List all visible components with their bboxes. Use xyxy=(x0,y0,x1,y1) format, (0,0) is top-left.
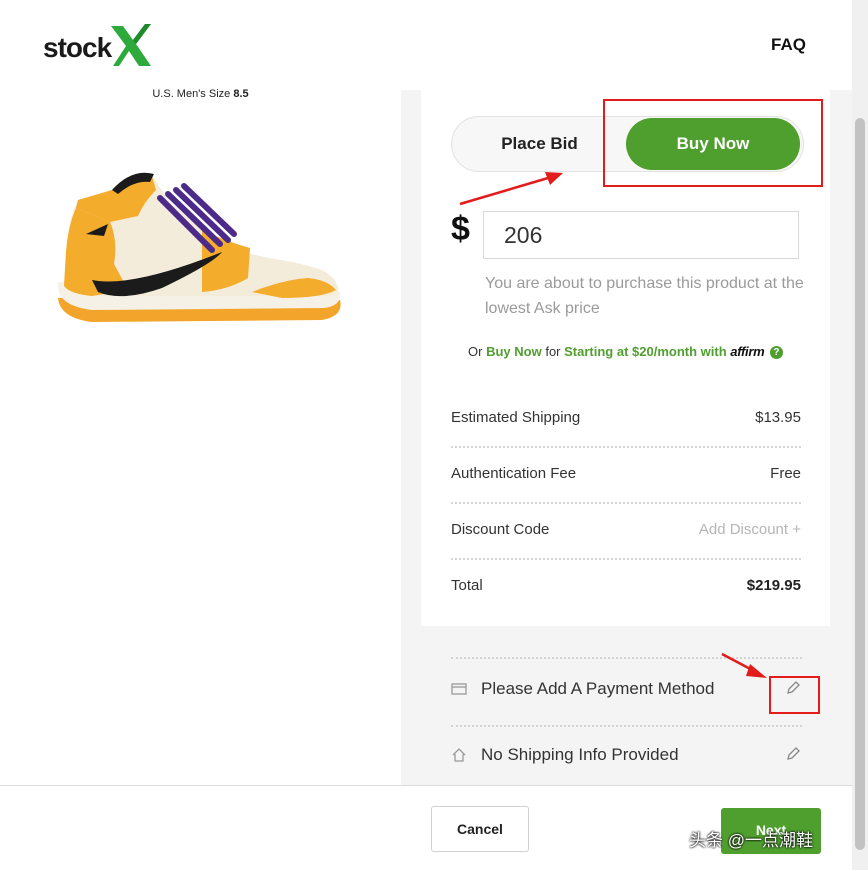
order-card: Place Bid Buy Now $ You are about to pur… xyxy=(421,90,830,626)
summary-label: Total xyxy=(451,577,483,594)
sneaker-image xyxy=(58,172,341,322)
summary-label: Estimated Shipping xyxy=(451,409,581,426)
affirm-buy-now: Buy Now xyxy=(486,344,542,359)
buy-now-tab[interactable]: Buy Now xyxy=(626,118,800,170)
summary-row-total: Total $219.95 xyxy=(451,558,801,614)
logo-x-icon xyxy=(111,24,152,66)
payment-method-row[interactable]: Please Add A Payment Method xyxy=(451,657,802,727)
price-hint: You are about to purchase this product a… xyxy=(485,275,804,317)
summary-row-discount: Discount Code Add Discount + xyxy=(451,502,801,560)
logo-text: stock xyxy=(43,32,112,63)
stockx-logo[interactable]: stock xyxy=(43,22,153,66)
checkout-pane: Place Bid Buy Now $ You are about to pur… xyxy=(401,90,852,785)
currency-symbol: $ xyxy=(451,210,470,248)
summary-value: Free xyxy=(770,465,801,482)
credit-card-icon xyxy=(451,683,467,695)
summary-label: Discount Code xyxy=(451,521,550,538)
pencil-icon[interactable] xyxy=(784,745,802,763)
summary-label: Authentication Fee xyxy=(451,465,577,482)
affirm-starting[interactable]: Starting at $20/month with xyxy=(564,344,727,359)
price-input[interactable] xyxy=(483,211,799,259)
cancel-button[interactable]: Cancel xyxy=(431,806,529,852)
home-icon xyxy=(452,748,466,762)
watermark-text: 头条 @一点潮鞋 xyxy=(689,831,813,850)
size-value: 8.5 xyxy=(233,88,249,100)
summary-row-shipping: Estimated Shipping $13.95 xyxy=(451,390,801,448)
shipping-info-row[interactable]: No Shipping Info Provided xyxy=(451,725,802,791)
scrollbar-thumb[interactable] xyxy=(855,118,865,850)
add-discount-link[interactable]: Add Discount + xyxy=(699,521,801,538)
payment-method-text: Please Add A Payment Method xyxy=(481,679,715,698)
total-value: $219.95 xyxy=(746,577,801,594)
affirm-financing-line: Or Buy Now for Starting at $20/month wit… xyxy=(421,344,830,360)
summary-row-auth-fee: Authentication Fee Free xyxy=(451,446,801,504)
question-icon[interactable]: ? xyxy=(769,346,783,360)
size-label: U.S. Men's Size 8.5 xyxy=(0,88,401,100)
summary-value: $13.95 xyxy=(755,409,801,426)
pencil-icon[interactable] xyxy=(784,679,802,697)
affirm-logo: affirm xyxy=(730,344,765,359)
scrollbar[interactable] xyxy=(852,0,868,870)
product-pane: U.S. Men's Size 8.5 xyxy=(0,88,401,785)
place-bid-tab[interactable]: Place Bid xyxy=(452,117,627,171)
top-header: stock FAQ xyxy=(0,0,852,91)
size-prefix: U.S. Men's Size xyxy=(152,88,231,100)
order-type-toggle: Place Bid Buy Now xyxy=(451,116,804,172)
shipping-info-text: No Shipping Info Provided xyxy=(481,745,679,764)
affirm-for: for xyxy=(545,344,561,359)
faq-link[interactable]: FAQ xyxy=(771,35,806,55)
affirm-prefix: Or xyxy=(468,344,483,359)
